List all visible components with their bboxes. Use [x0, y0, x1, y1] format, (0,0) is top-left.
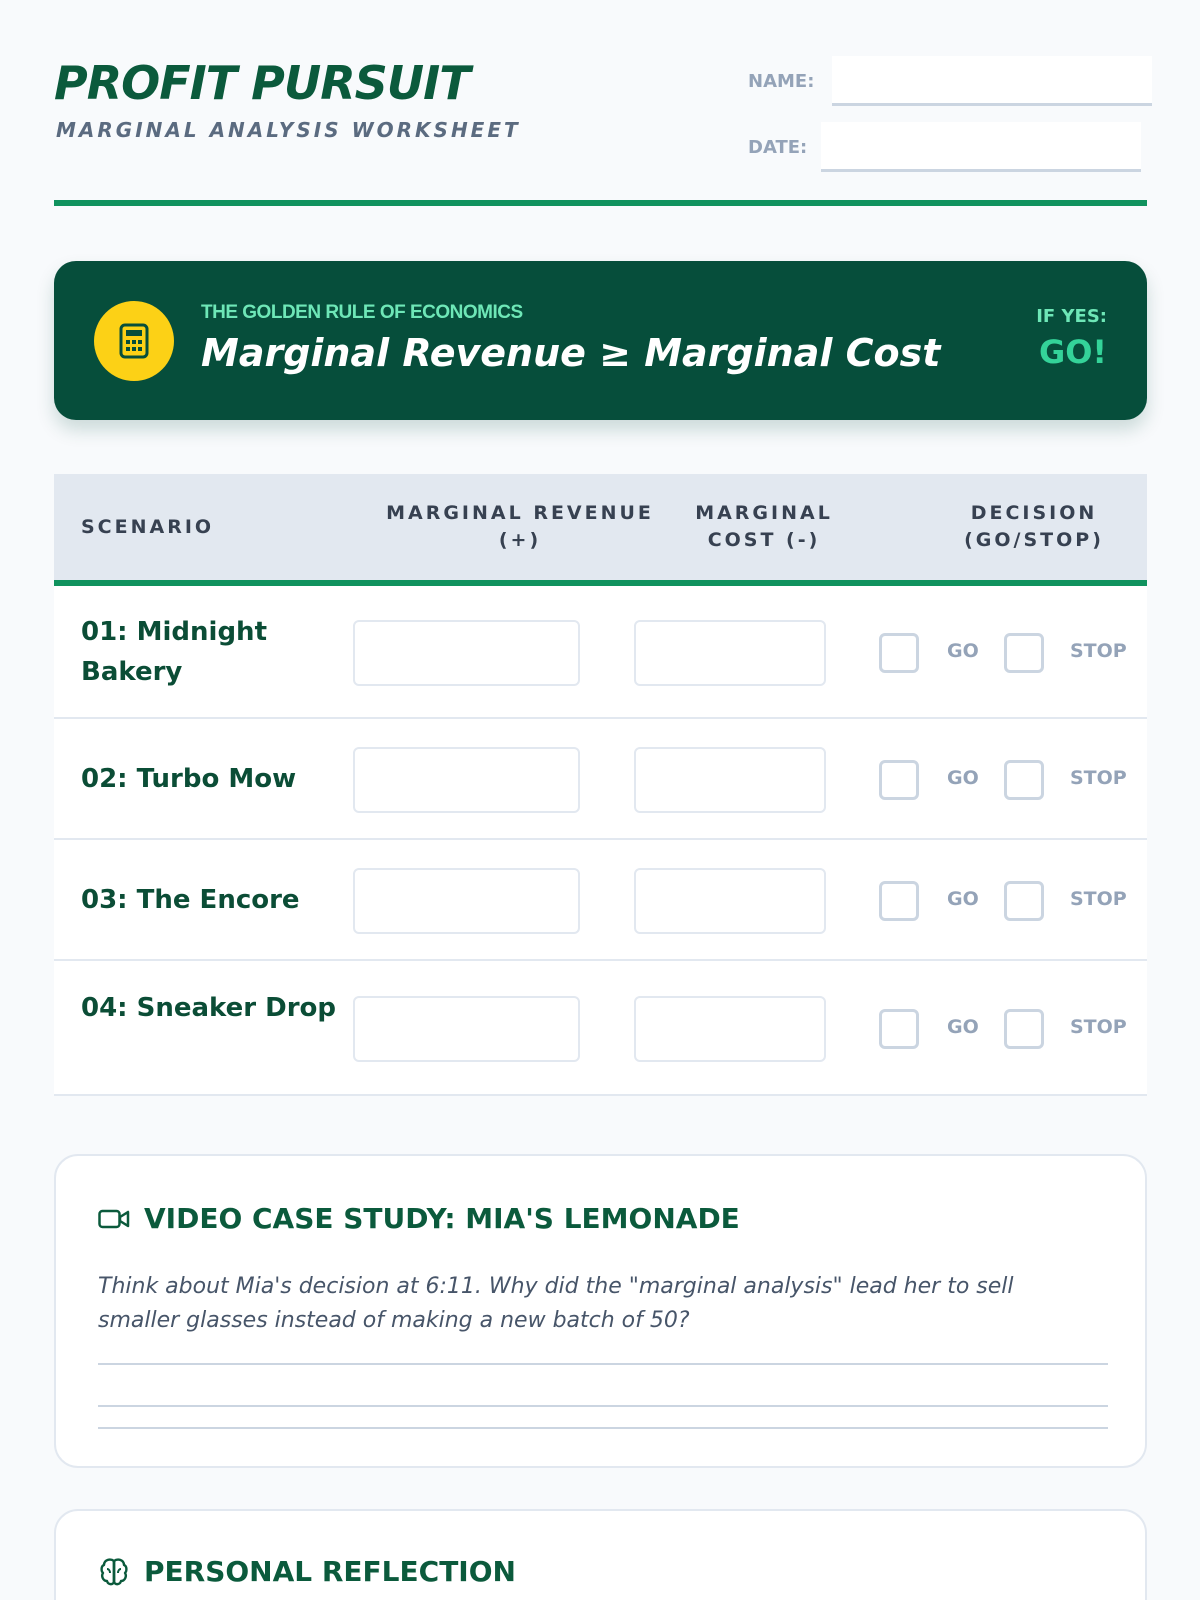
stop-checkbox[interactable]	[1004, 881, 1044, 921]
table-row: 02: Turbo Mow GO STOP	[54, 719, 1147, 840]
banner-kicker: THE GOLDEN RULE OF ECONOMICS	[201, 302, 523, 323]
scenario-table: SCENARIO MARGINAL REVENUE (+) MARGINAL C…	[54, 474, 1147, 1096]
worksheet-title: PROFIT PURSUIT	[54, 56, 471, 110]
scenario-name: 04: Sneaker Drop	[81, 993, 337, 1023]
go-checkbox[interactable]	[879, 1009, 919, 1049]
if-yes-label: IF YES:	[1036, 306, 1107, 327]
date-field-row: DATE:	[748, 122, 1141, 172]
video-camera-icon	[98, 1203, 130, 1235]
stop-option-label: STOP	[1070, 767, 1127, 789]
marginal-cost-input[interactable]	[634, 996, 826, 1062]
marginal-revenue-input[interactable]	[353, 996, 580, 1062]
go-checkbox[interactable]	[879, 881, 919, 921]
answer-line[interactable]	[98, 1405, 1108, 1407]
stop-option-label: STOP	[1070, 640, 1127, 662]
go-label: GO!	[1038, 333, 1107, 371]
golden-rule-banner: THE GOLDEN RULE OF ECONOMICS Marginal Re…	[54, 261, 1147, 420]
marginal-cost-input[interactable]	[634, 747, 826, 813]
table-header: SCENARIO MARGINAL REVENUE (+) MARGINAL C…	[54, 474, 1147, 586]
stop-checkbox[interactable]	[1004, 633, 1044, 673]
table-row: 04: Sneaker Drop GO STOP	[54, 961, 1147, 1096]
go-checkbox[interactable]	[879, 633, 919, 673]
go-checkbox[interactable]	[879, 760, 919, 800]
stop-checkbox[interactable]	[1004, 1009, 1044, 1049]
answer-line[interactable]	[98, 1427, 1108, 1429]
scenario-name: 01: Midnight Bakery	[81, 617, 267, 687]
name-label: NAME:	[748, 70, 815, 92]
marginal-cost-input[interactable]	[634, 620, 826, 686]
marginal-revenue-input[interactable]	[353, 868, 580, 934]
calculator-icon	[94, 301, 174, 381]
marginal-revenue-input[interactable]	[353, 747, 580, 813]
worksheet-page: PROFIT PURSUIT MARGINAL ANALYSIS WORKSHE…	[54, 0, 1152, 1600]
case-study-card: VIDEO CASE STUDY: MIA'S LEMONADE Think a…	[54, 1154, 1147, 1468]
scenario-name: 03: The Encore	[81, 885, 300, 915]
stop-checkbox[interactable]	[1004, 760, 1044, 800]
answer-line[interactable]	[98, 1363, 1108, 1365]
name-field-row: NAME:	[748, 56, 1152, 106]
reflection-heading: PERSONAL REFLECTION	[98, 1555, 516, 1588]
table-row: 03: The Encore GO STOP	[54, 840, 1147, 961]
go-option-label: GO	[947, 1016, 979, 1038]
marginal-cost-input[interactable]	[634, 868, 826, 934]
header-marginal-cost: MARGINAL COST (-)	[695, 502, 833, 551]
scenario-name: 02: Turbo Mow	[81, 764, 297, 794]
table-row: 01: Midnight Bakery GO STOP	[54, 586, 1147, 719]
go-option-label: GO	[947, 640, 979, 662]
case-study-heading: VIDEO CASE STUDY: MIA'S LEMONADE	[98, 1202, 740, 1235]
case-study-prompt: Think about Mia's decision at 6:11. Why …	[98, 1274, 1014, 1333]
worksheet-subtitle: MARGINAL ANALYSIS WORKSHEET	[56, 118, 521, 142]
date-label: DATE:	[748, 136, 808, 158]
stop-option-label: STOP	[1070, 888, 1127, 910]
header-divider	[54, 200, 1147, 206]
reflection-title: PERSONAL REFLECTION	[144, 1555, 516, 1588]
date-input[interactable]	[821, 122, 1141, 172]
case-study-title: VIDEO CASE STUDY: MIA'S LEMONADE	[144, 1202, 740, 1235]
name-input[interactable]	[832, 56, 1152, 106]
worksheet-header: PROFIT PURSUIT MARGINAL ANALYSIS WORKSHE…	[54, 56, 1152, 206]
marginal-revenue-input[interactable]	[353, 620, 580, 686]
stop-option-label: STOP	[1070, 1016, 1127, 1038]
header-decision: DECISION (GO/STOP)	[964, 502, 1104, 551]
header-scenario: SCENARIO	[81, 515, 215, 538]
brain-icon	[98, 1556, 130, 1588]
reflection-card: PERSONAL REFLECTION	[54, 1509, 1147, 1600]
golden-rule-formula: Marginal Revenue ≥ Marginal Cost	[201, 331, 941, 375]
go-option-label: GO	[947, 888, 979, 910]
header-marginal-revenue: MARGINAL REVENUE (+)	[386, 502, 654, 551]
go-option-label: GO	[947, 767, 979, 789]
